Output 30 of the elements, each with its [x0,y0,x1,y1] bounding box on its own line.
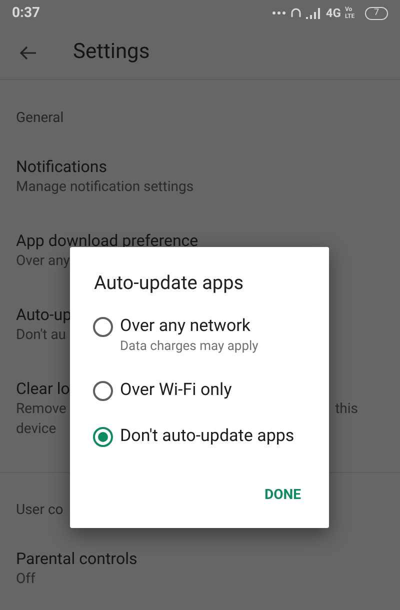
section-header: User co [16,501,64,520]
setting-subtitle: Remove [16,400,66,419]
option-label[interactable]: Don't auto-update apps [120,424,294,448]
setting-subtitle: Off [16,570,36,589]
signal-icon [306,8,322,18]
option-label[interactable]: Over Wi-Fi only [120,378,232,402]
dialog-title: Auto-update apps [94,270,245,296]
done-button[interactable]: DONE [260,481,305,510]
setting-title[interactable]: Notifications [16,157,107,177]
network-type: 4G [326,5,341,22]
setting-title[interactable]: App download preference [16,231,198,251]
option-subtitle: Data charges may apply [120,338,258,356]
setting-subtitle: Manage notification settings [16,178,194,197]
setting-title[interactable]: Auto-up [16,305,72,325]
status-time: 0:37 [12,4,40,22]
more-dots-icon [272,11,286,15]
section-header: General [16,109,64,128]
battery-icon: 7 [364,6,388,20]
option-label[interactable]: Over any network [120,314,258,338]
setting-subtitle: Don't au [16,326,66,345]
setting-subtitle: this [335,400,358,419]
radio-button[interactable] [93,426,113,446]
setting-title[interactable]: Parental controls [16,549,138,569]
radio-button[interactable] [93,380,113,400]
setting-subtitle: device [16,420,56,439]
back-arrow-icon[interactable] [19,44,37,60]
app-bar-title: Settings [73,38,150,66]
setting-subtitle: Over any [16,252,70,271]
radio-button[interactable] [93,316,113,336]
setting-title[interactable]: Clear lo [16,379,70,399]
